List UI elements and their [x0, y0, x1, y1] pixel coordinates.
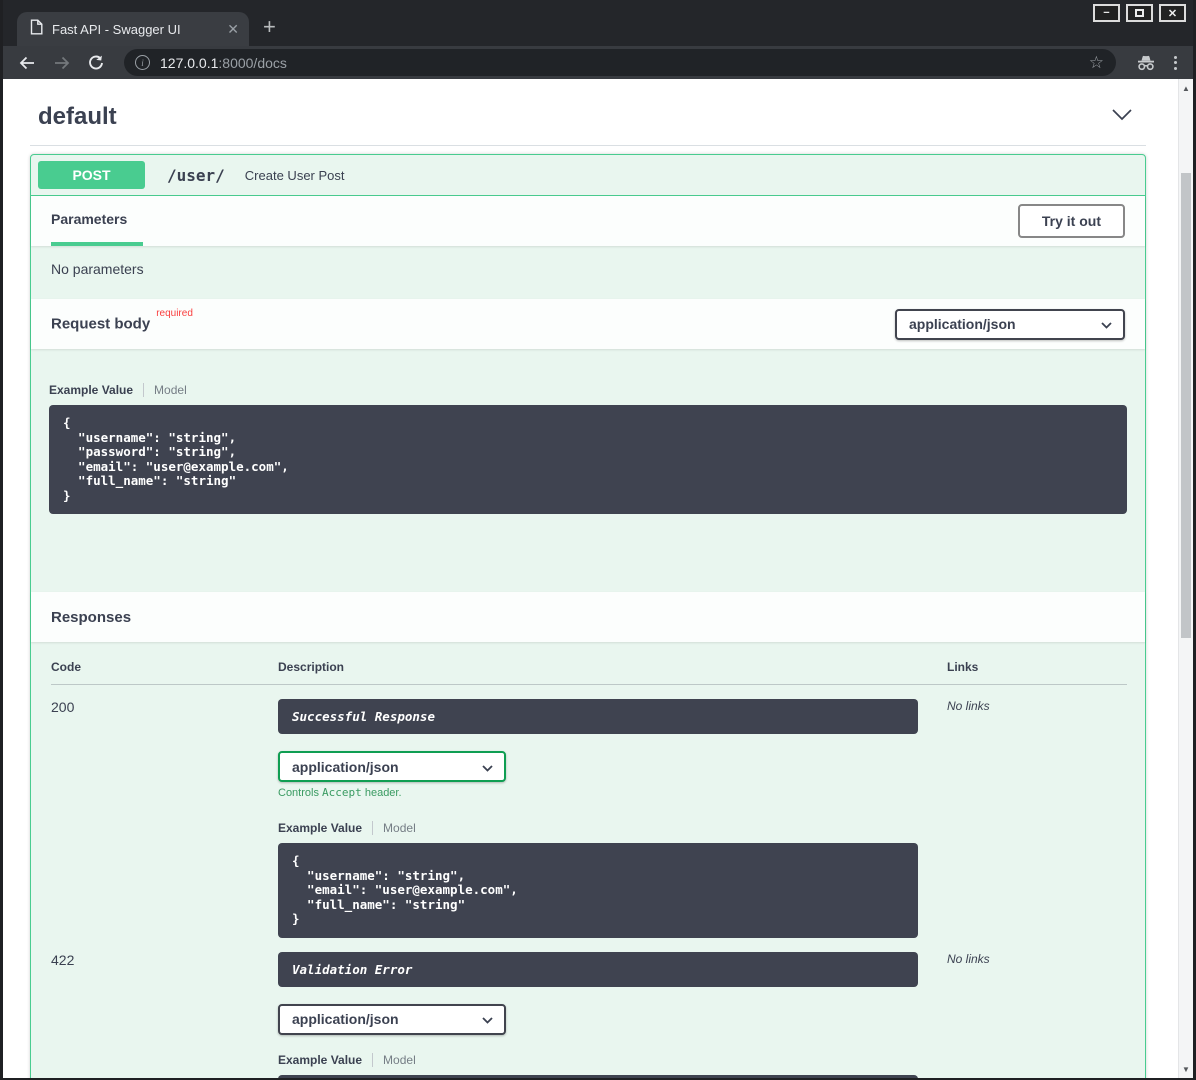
site-info-icon[interactable]: i: [135, 55, 150, 70]
url-host: 127.0.0.1: [160, 55, 218, 71]
response-description-cell: Successful Response application/json Con…: [278, 685, 918, 938]
tab-divider: [372, 821, 373, 835]
response-code: 200: [51, 685, 278, 938]
endpoint-path: /user/: [167, 166, 225, 185]
tag-section-header[interactable]: default: [30, 91, 1146, 146]
request-media-type-value: application/json: [909, 316, 1016, 332]
response-description: Successful Response: [278, 699, 918, 734]
tab-close-icon[interactable]: ✕: [227, 21, 239, 38]
response-example-json[interactable]: { "detail": [: [278, 1075, 918, 1079]
scroll-down-icon[interactable]: ▼: [1179, 1065, 1193, 1074]
response-media-type-value: application/json: [292, 1011, 399, 1027]
address-bar[interactable]: i 127.0.0.1:8000/docs ☆: [124, 49, 1116, 76]
forward-icon[interactable]: [52, 53, 72, 73]
tab-divider: [372, 1053, 373, 1067]
tab-example-value[interactable]: Example Value: [49, 383, 133, 397]
request-media-type-select[interactable]: application/json: [895, 309, 1125, 340]
tab-model[interactable]: Model: [154, 383, 187, 397]
method-badge: POST: [38, 161, 145, 189]
no-parameters-text: No parameters: [31, 246, 1145, 299]
tag-title: default: [38, 103, 117, 131]
tab-bar: Fast API - Swagger UI ✕ + − ✕: [3, 0, 1193, 46]
tab-divider: [143, 383, 144, 397]
chevron-down-icon: [1101, 316, 1112, 332]
operation-summary[interactable]: POST /user/ Create User Post: [31, 155, 1145, 196]
opblock-post-user: POST /user/ Create User Post Parameters …: [30, 154, 1146, 1078]
incognito-icon: [1135, 54, 1157, 71]
scrollbar-thumb[interactable]: [1181, 173, 1191, 638]
url-text: 127.0.0.1:8000/docs: [160, 55, 287, 71]
response-example-json[interactable]: { "username": "string", "email": "user@e…: [278, 843, 918, 938]
request-body-header: Request body required application/json: [31, 299, 1145, 349]
browser-window: Fast API - Swagger UI ✕ + − ✕ i 127.0.0.…: [0, 0, 1196, 1080]
browser-toolbar: i 127.0.0.1:8000/docs ☆: [3, 46, 1193, 79]
column-header-description: Description: [278, 660, 918, 685]
try-it-out-button[interactable]: Try it out: [1018, 204, 1125, 238]
collapse-chevron-icon[interactable]: [1112, 108, 1132, 126]
page-content: default POST /user/ Create User Post Par…: [3, 79, 1193, 1078]
response-description: Validation Error: [278, 952, 918, 987]
chevron-down-icon: [482, 1011, 493, 1027]
response-links: No links: [918, 938, 1127, 1079]
response-media-type-value: application/json: [292, 759, 399, 775]
responses-title: Responses: [51, 609, 131, 626]
bookmark-star-icon[interactable]: ☆: [1089, 53, 1104, 73]
minimize-button[interactable]: −: [1093, 4, 1120, 22]
scroll-up-icon[interactable]: ▲: [1179, 84, 1193, 93]
endpoint-summary: Create User Post: [245, 168, 345, 183]
browser-tab[interactable]: Fast API - Swagger UI ✕: [17, 12, 249, 46]
tab-model[interactable]: Model: [383, 1053, 416, 1067]
menu-icon[interactable]: [1172, 54, 1179, 72]
close-button[interactable]: ✕: [1159, 4, 1186, 22]
response-code: 422: [51, 938, 278, 1079]
chevron-down-icon: [482, 759, 493, 775]
tab-title: Fast API - Swagger UI: [52, 22, 218, 37]
column-header-links: Links: [918, 660, 1127, 685]
responses-section: Code Description Links 200 Successful Re…: [31, 642, 1145, 1078]
tab-parameters[interactable]: Parameters: [51, 196, 143, 246]
response-links: No links: [918, 685, 1127, 938]
back-icon[interactable]: [17, 53, 37, 73]
tab-model[interactable]: Model: [383, 821, 416, 835]
url-path: :8000/docs: [218, 55, 287, 71]
responses-header: Responses: [31, 592, 1145, 642]
required-label: required: [156, 308, 193, 319]
request-example-json[interactable]: { "username": "string", "password": "str…: [49, 405, 1127, 514]
response-media-type-select[interactable]: application/json: [278, 751, 506, 782]
response-description-cell: Validation Error application/json Exampl…: [278, 938, 918, 1079]
request-body-title: Request body: [51, 316, 150, 333]
scrollbar[interactable]: ▲ ▼: [1178, 79, 1193, 1078]
new-tab-button[interactable]: +: [263, 16, 276, 38]
request-body-section: Example Value Model { "username": "strin…: [31, 349, 1145, 592]
maximize-button[interactable]: [1126, 4, 1153, 22]
page-favicon-icon: [30, 19, 43, 40]
reload-icon[interactable]: [87, 54, 105, 72]
controls-accept-note: Controls Accept header.: [278, 786, 918, 799]
maximize-icon: [1135, 9, 1144, 17]
response-media-type-select[interactable]: application/json: [278, 1004, 506, 1035]
tab-example-value[interactable]: Example Value: [278, 1053, 362, 1067]
tab-example-value[interactable]: Example Value: [278, 821, 362, 835]
column-header-code: Code: [51, 660, 278, 685]
parameters-header: Parameters Try it out: [31, 196, 1145, 246]
